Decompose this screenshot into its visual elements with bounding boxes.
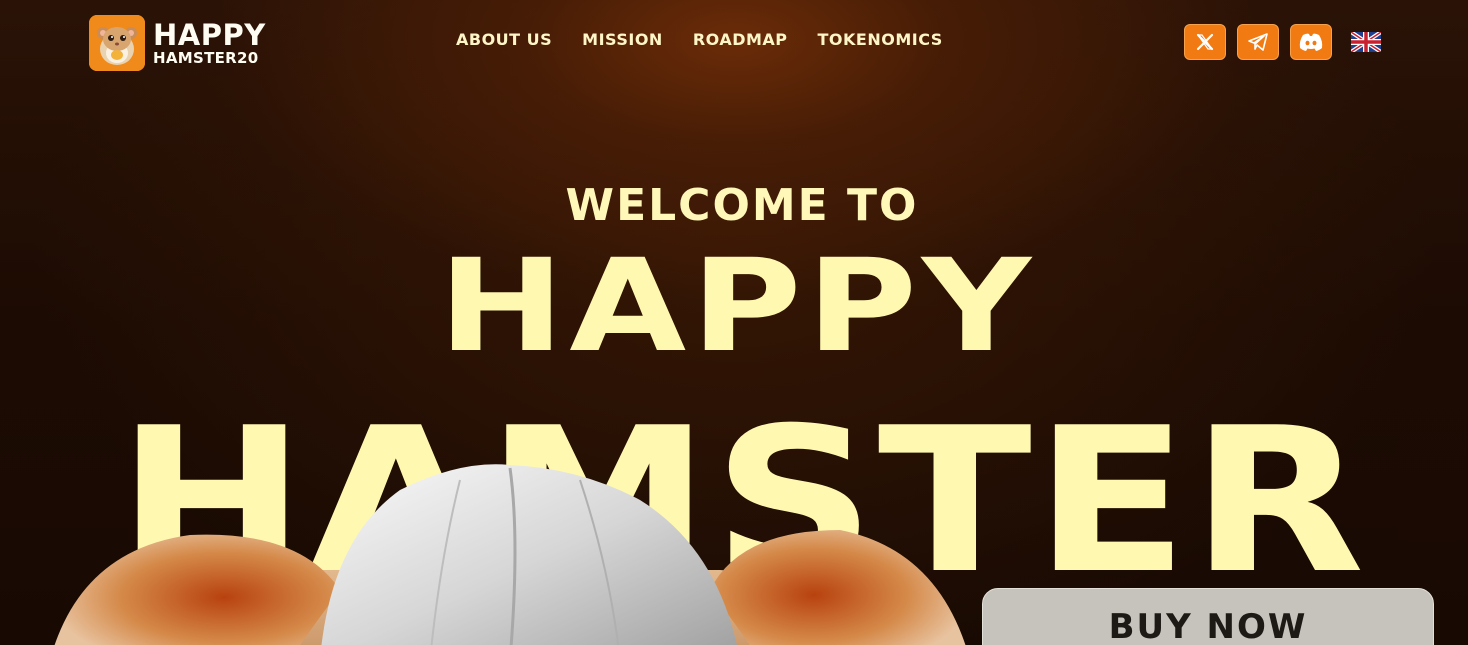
telegram-button[interactable] bbox=[1237, 24, 1279, 60]
social-links bbox=[1184, 24, 1381, 60]
hamster-mascot-image bbox=[54, 464, 966, 645]
x-twitter-button[interactable] bbox=[1184, 24, 1226, 60]
hamster-logo-icon bbox=[89, 15, 145, 71]
buy-now-button[interactable]: BUY NOW bbox=[982, 588, 1434, 645]
nav-tokenomics[interactable]: TOKENOMICS bbox=[818, 30, 943, 49]
nav-roadmap[interactable]: ROADMAP bbox=[693, 30, 788, 49]
brand-line1: HAPPY bbox=[153, 17, 266, 52]
main-nav: ABOUT US MISSION ROADMAP TOKENOMICS bbox=[456, 30, 943, 49]
x-twitter-icon bbox=[1196, 33, 1214, 51]
hero-title-happy: HAPPY bbox=[438, 232, 1036, 381]
uk-flag-icon[interactable] bbox=[1351, 32, 1381, 52]
nav-mission[interactable]: MISSION bbox=[582, 30, 663, 49]
telegram-icon bbox=[1248, 33, 1268, 51]
brand-name: HAPPY HAMSTER20 bbox=[153, 17, 266, 67]
hero-welcome: WELCOME TO bbox=[565, 180, 919, 231]
landing-page: HAPPY HAMSTER20 ABOUT US MISSION ROADMAP… bbox=[0, 0, 1468, 645]
nav-about-us[interactable]: ABOUT US bbox=[456, 30, 552, 49]
brand-line2: HAMSTER20 bbox=[153, 48, 259, 67]
discord-button[interactable] bbox=[1290, 24, 1332, 60]
site-logo[interactable]: HAPPY HAMSTER20 bbox=[89, 15, 266, 71]
discord-icon bbox=[1299, 33, 1323, 51]
